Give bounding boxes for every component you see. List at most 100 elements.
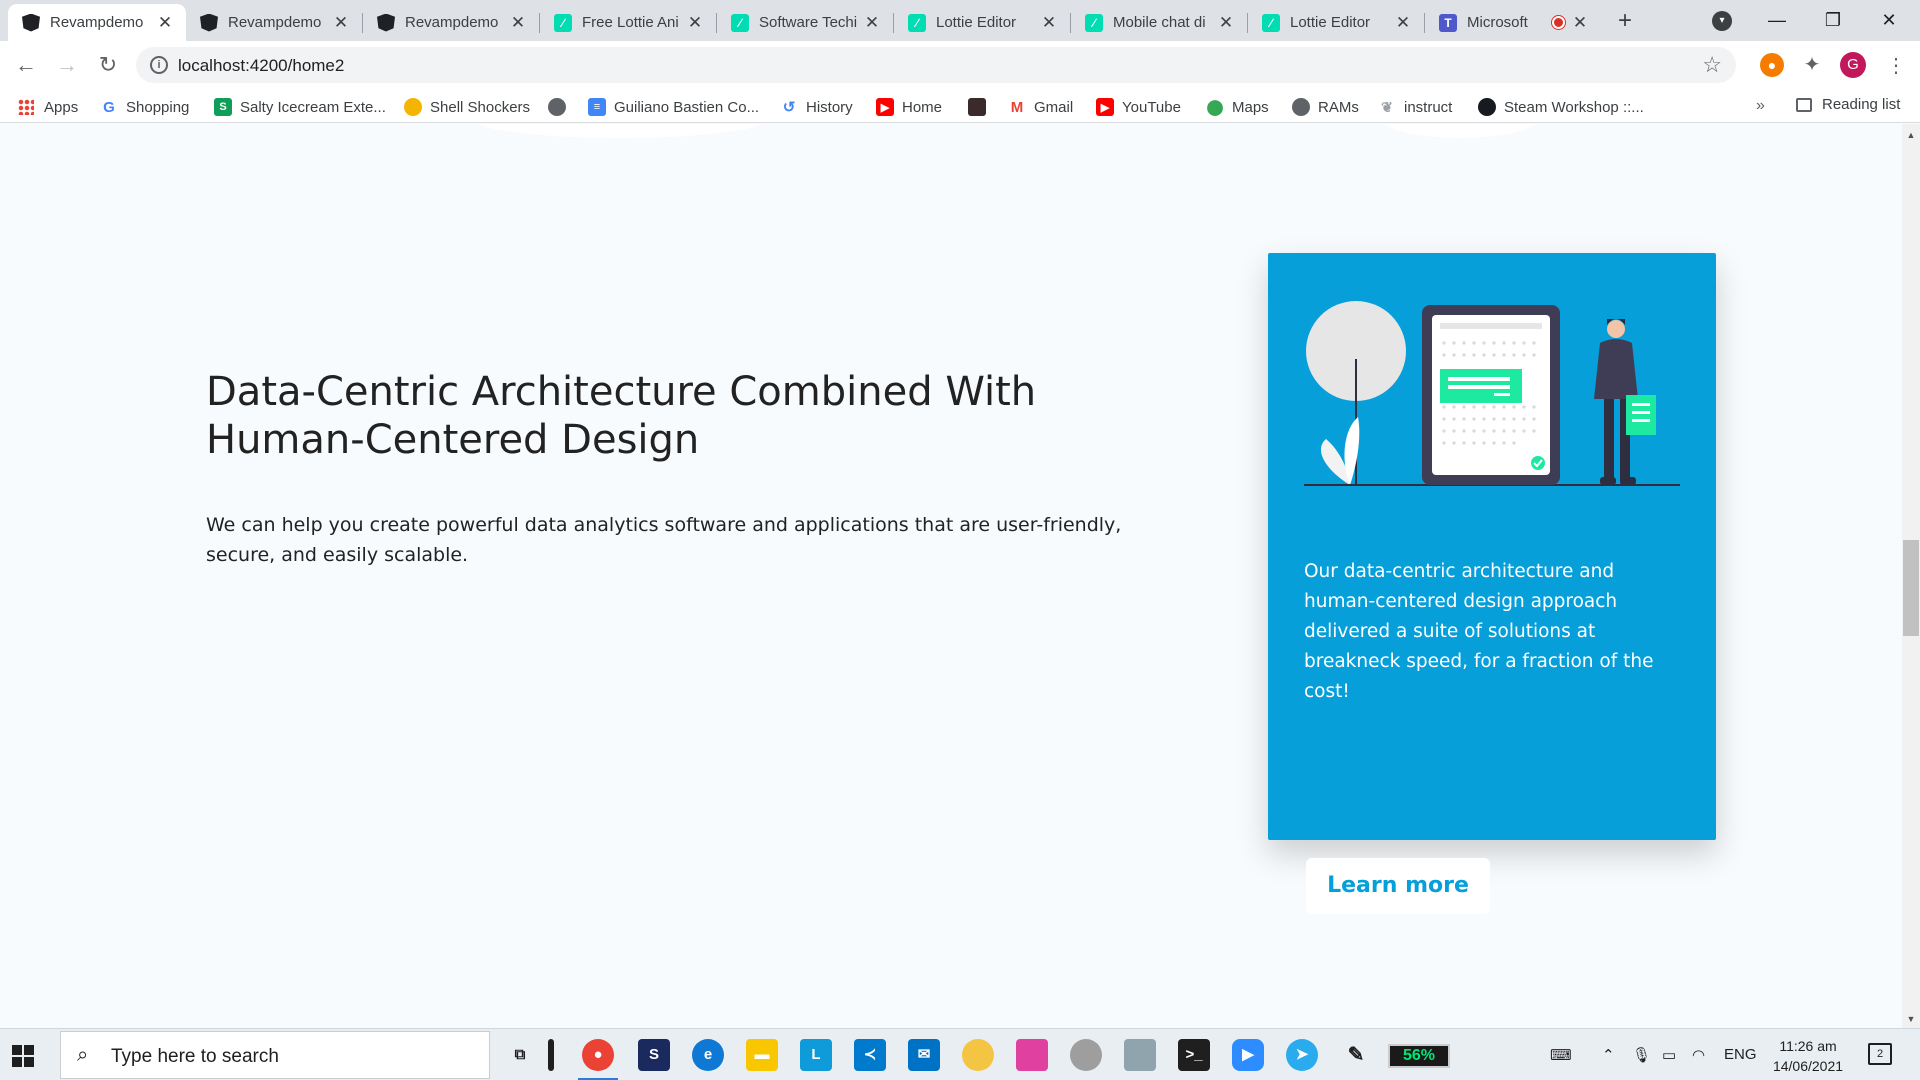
close-icon[interactable]: ✕ — [509, 13, 527, 33]
close-icon[interactable]: ✕ — [1040, 13, 1058, 33]
close-icon[interactable]: ✕ — [1217, 13, 1235, 33]
new-tab-button[interactable]: + — [1612, 9, 1638, 35]
chrome-icon[interactable]: ● — [582, 1039, 614, 1071]
puzzle-icon[interactable]: ✦ — [1800, 53, 1824, 77]
bookmark-label: Steam Workshop ::... — [1504, 98, 1644, 116]
close-icon[interactable]: ✕ — [332, 13, 350, 33]
clock-date: 14/06/2021 — [1772, 1058, 1844, 1074]
taskbar-search-box[interactable]: ⌕ Type here to search — [60, 1031, 490, 1079]
zoom-icon[interactable]: ▶ — [1232, 1039, 1264, 1071]
system-clock[interactable]: 11:26 am 14/06/2021 — [1768, 1036, 1848, 1076]
tab-label: Lottie Editor — [1290, 14, 1371, 31]
reading-list-button[interactable]: Reading list — [1796, 96, 1900, 113]
bookmark-image[interactable] — [968, 96, 994, 118]
windows-taskbar: ⌕ Type here to search ⧉ ● S e ▬ L ≺ ✉ >_… — [0, 1028, 1920, 1080]
close-icon[interactable]: ✕ — [1394, 13, 1412, 33]
tab-mobile-chat[interactable]: ∕ Mobile chat di ✕ — [1071, 4, 1247, 41]
battery-icon[interactable]: ▭ — [1662, 1046, 1676, 1064]
url-text[interactable]: localhost:4200/home2 — [178, 56, 344, 76]
app-s-icon[interactable]: S — [638, 1039, 670, 1071]
close-icon[interactable]: ✕ — [156, 13, 174, 33]
bookmark-apps[interactable]: Apps — [18, 96, 78, 118]
mail-icon[interactable]: ✉ — [908, 1039, 940, 1071]
app-l-icon[interactable]: L — [800, 1039, 832, 1071]
scroll-up-icon[interactable]: ▲ — [1904, 128, 1918, 142]
google-icon: G — [103, 98, 115, 116]
tab-label: Lottie Editor — [936, 14, 1017, 31]
app-pink-icon[interactable] — [1016, 1039, 1048, 1071]
close-icon[interactable]: ✕ — [863, 13, 881, 33]
notification-center-icon[interactable]: 2 — [1868, 1043, 1892, 1065]
terminal-icon[interactable]: >_ — [1178, 1039, 1210, 1071]
telegram-icon[interactable]: ➤ — [1286, 1039, 1318, 1071]
bookmark-home[interactable]: ▶ Home — [876, 96, 942, 118]
history-icon: ↺ — [782, 99, 796, 116]
bookmark-steam[interactable]: Steam Workshop ::... — [1478, 96, 1644, 118]
close-icon[interactable]: ✕ — [1571, 13, 1589, 33]
back-icon[interactable]: ← — [12, 51, 40, 79]
scroll-down-icon[interactable]: ▼ — [1904, 1012, 1918, 1026]
tab-revampdemo-2[interactable]: Revampdemo ✕ — [186, 4, 362, 41]
bookmark-history[interactable]: ↺ History — [780, 96, 853, 118]
search-placeholder[interactable]: Type here to search — [111, 1046, 279, 1068]
bookmark-youtube[interactable]: ▶ YouTube — [1096, 96, 1181, 118]
lottie-icon: ∕ — [1085, 13, 1103, 32]
disc-icon[interactable] — [1070, 1039, 1102, 1071]
reload-icon[interactable]: ↻ — [94, 51, 122, 79]
tray-chevron-icon[interactable]: ⌃ — [1602, 1046, 1615, 1064]
tab-lottie-editor-2[interactable]: ∕ Lottie Editor ✕ — [1248, 4, 1424, 41]
taskbar-divider — [548, 1039, 554, 1071]
tab-microsoft-teams[interactable]: T Microsoft ✕ — [1425, 4, 1601, 41]
decorative-cloud — [470, 124, 770, 138]
extension-icon[interactable]: ● — [1760, 53, 1784, 77]
bookmark-rams[interactable]: RAMs — [1292, 96, 1359, 118]
tab-revampdemo-1[interactable]: Revampdemo ✕ — [8, 4, 186, 41]
bookmark-instruct[interactable]: ❦ instruct — [1378, 96, 1452, 118]
photos-icon[interactable] — [1124, 1039, 1156, 1071]
bookmark-gmail[interactable]: M Gmail — [1008, 96, 1073, 118]
tab-label: Mobile chat di — [1113, 14, 1206, 31]
card-description: Our data-centric architecture and human-… — [1304, 561, 1654, 702]
profile-avatar[interactable]: G — [1840, 52, 1866, 78]
tab-label: Revampdemo — [405, 14, 499, 31]
address-bar[interactable]: i localhost:4200/home2 ☆ — [136, 47, 1736, 83]
maps-icon: ⬤ — [1206, 99, 1224, 116]
paint-icon[interactable]: ✎ — [1340, 1039, 1372, 1071]
bookmark-star-icon[interactable]: ☆ — [1702, 52, 1722, 78]
minimize-icon[interactable]: — — [1762, 6, 1792, 34]
window-close-icon[interactable]: ✕ — [1874, 6, 1904, 34]
tab-free-lottie[interactable]: ∕ Free Lottie Ani ✕ — [540, 4, 716, 41]
wifi-icon[interactable]: ◠ — [1692, 1046, 1705, 1064]
language-indicator[interactable]: ENG — [1724, 1046, 1757, 1063]
forward-icon[interactable]: → — [53, 51, 81, 79]
close-icon[interactable]: ✕ — [686, 13, 704, 33]
bookmark-shopping[interactable]: G Shopping — [100, 96, 189, 118]
restore-icon[interactable]: ❐ — [1818, 6, 1848, 34]
task-view-icon[interactable]: ⧉ — [504, 1039, 536, 1071]
site-info-icon[interactable]: i — [150, 56, 168, 74]
file-explorer-icon[interactable]: ▬ — [746, 1039, 778, 1071]
vscode-icon[interactable]: ≺ — [854, 1039, 886, 1071]
bookmark-shell-shockers[interactable]: Shell Shockers — [404, 96, 530, 118]
menu-icon[interactable]: ⋮ — [1886, 53, 1906, 78]
reading-list-icon — [1796, 97, 1812, 112]
app-yellow-icon[interactable] — [962, 1039, 994, 1071]
learn-more-button[interactable]: Learn more — [1306, 858, 1490, 914]
browser-tab-strip: Revampdemo ✕ Revampdemo ✕ Revampdemo ✕ ∕… — [0, 0, 1920, 41]
bookmark-salty-icecream[interactable]: S Salty Icecream Exte... — [214, 96, 386, 118]
tab-revampdemo-3[interactable]: Revampdemo ✕ — [363, 4, 539, 41]
microphone-icon[interactable]: 🎙 — [1632, 1046, 1651, 1064]
battery-widget[interactable]: 56% — [1388, 1044, 1450, 1068]
keyboard-icon[interactable]: ⌨ — [1550, 1046, 1572, 1064]
windows-start-icon[interactable] — [12, 1045, 34, 1067]
bookmarks-overflow-icon[interactable]: » — [1756, 97, 1765, 115]
bookmark-globe[interactable] — [548, 96, 574, 118]
scrollbar-thumb[interactable] — [1903, 540, 1919, 636]
tab-software-techi[interactable]: ∕ Software Techi ✕ — [717, 4, 893, 41]
tab-search-icon[interactable]: ▾ — [1712, 11, 1732, 31]
bookmark-guiliano[interactable]: ≡ Guiliano Bastien Co... — [588, 96, 759, 118]
tab-lottie-editor-1[interactable]: ∕ Lottie Editor ✕ — [894, 4, 1070, 41]
edge-icon[interactable]: e — [692, 1039, 724, 1071]
bookmark-maps[interactable]: ⬤ Maps — [1206, 96, 1269, 118]
bookmark-label: Salty Icecream Exte... — [240, 98, 386, 116]
